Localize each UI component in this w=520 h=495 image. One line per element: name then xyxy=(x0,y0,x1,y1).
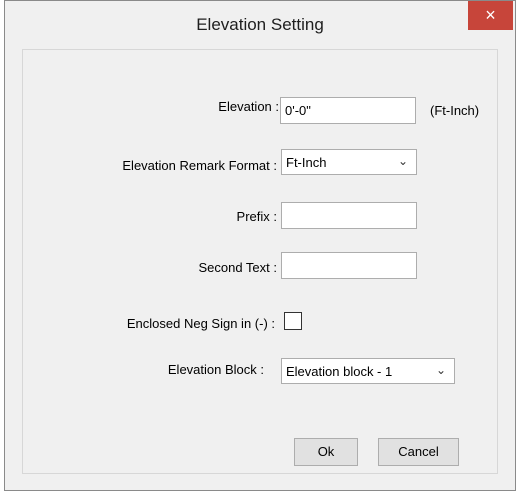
elevation-unit-label: (Ft-Inch) xyxy=(430,103,480,118)
chevron-down-icon: ⌄ xyxy=(397,154,408,168)
close-icon: × xyxy=(485,5,496,25)
prefix-input[interactable] xyxy=(281,202,417,229)
elevation-setting-dialog: Elevation Setting × Elevation : 0'-0" (F… xyxy=(4,0,516,491)
title-bar[interactable]: Elevation Setting × xyxy=(5,1,515,49)
elevation-block-label: Elevation Block : xyxy=(167,362,264,377)
elevation-block-select[interactable]: Elevation block - 1 ⌄ xyxy=(281,358,455,384)
elevation-label: Elevation : xyxy=(218,99,279,114)
remark-format-label: Elevation Remark Format : xyxy=(122,158,277,173)
second-text-input[interactable] xyxy=(281,252,417,279)
dialog-title: Elevation Setting xyxy=(196,15,324,34)
close-button[interactable]: × xyxy=(468,1,513,30)
remark-format-value: Ft-Inch xyxy=(286,155,327,170)
ok-button[interactable]: Ok xyxy=(294,438,358,466)
elevation-input[interactable]: 0'-0" xyxy=(280,97,416,124)
remark-format-select[interactable]: Ft-Inch ⌄ xyxy=(281,149,417,175)
prefix-label: Prefix : xyxy=(236,209,277,224)
elevation-block-value: Elevation block - 1 xyxy=(286,364,393,379)
chevron-down-icon: ⌄ xyxy=(435,363,446,377)
second-text-label: Second Text : xyxy=(198,260,277,275)
dialog-body: Elevation : 0'-0" (Ft-Inch) Elevation Re… xyxy=(22,49,498,474)
neg-sign-label: Enclosed Neg Sign in (-) : xyxy=(126,316,275,331)
neg-sign-checkbox[interactable] xyxy=(284,312,302,330)
cancel-button[interactable]: Cancel xyxy=(378,438,459,466)
